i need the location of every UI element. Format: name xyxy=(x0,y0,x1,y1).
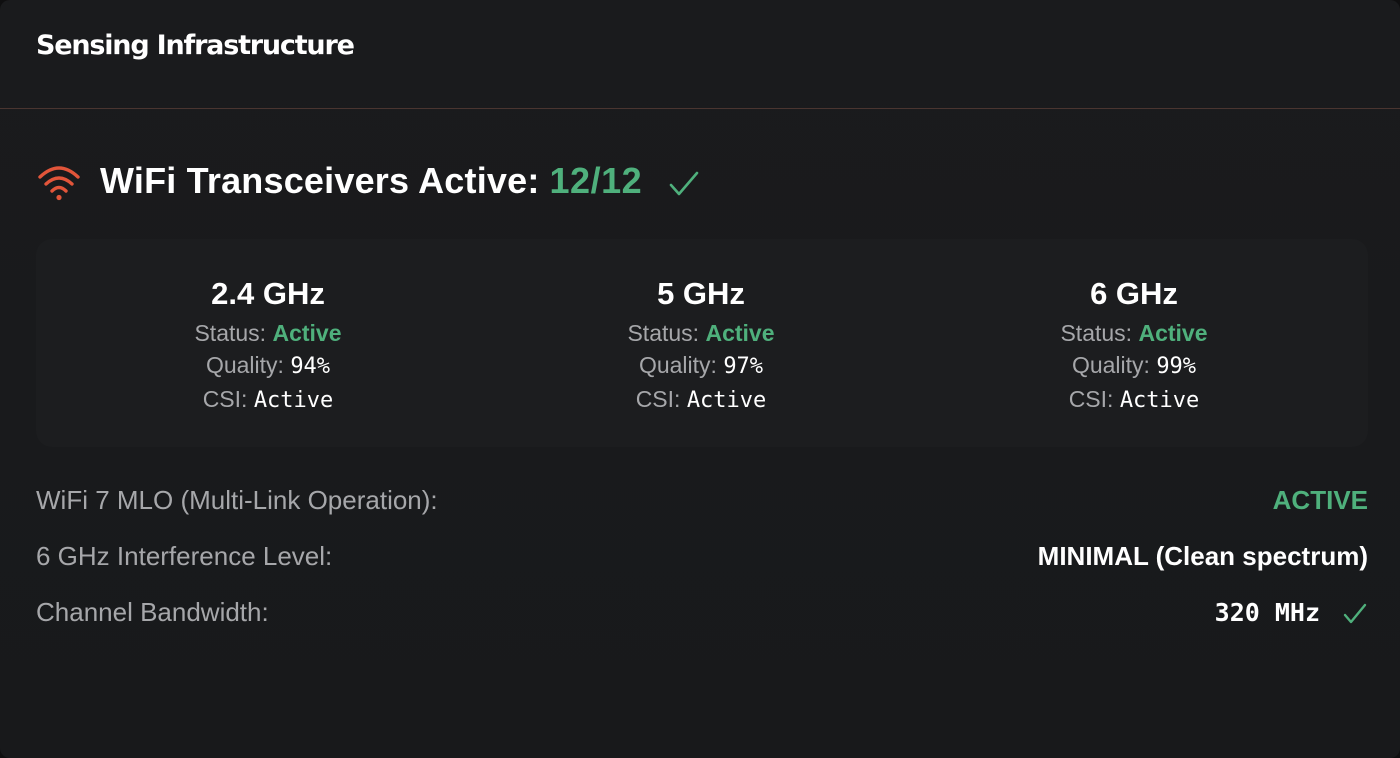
panel-title: Sensing Infrastructure xyxy=(36,30,355,61)
panel-header: Sensing Infrastructure xyxy=(0,0,1400,109)
band-csi-row: CSI: Active xyxy=(551,383,851,417)
band-csi-label: CSI: xyxy=(635,386,681,412)
interference-label: 6 GHz Interference Level: xyxy=(36,540,333,571)
frequency-bands-card: 2.4 GHz Status: Active Quality: 94% CSI:… xyxy=(36,239,1368,447)
band-status-label: Status: xyxy=(627,320,700,346)
band-name: 6 GHz xyxy=(1090,276,1178,311)
band-name: 2.4 GHz xyxy=(211,276,325,311)
sensing-infrastructure-panel: Sensing Infrastructure WiFi Transceivers… xyxy=(0,0,1400,758)
band-quality-row: Quality: 94% xyxy=(118,349,418,383)
band-name: 5 GHz xyxy=(657,276,745,311)
band-csi-row: CSI: Active xyxy=(984,383,1284,417)
bandwidth-value-group: 320 MHz xyxy=(1215,598,1368,627)
band-csi-value: Active xyxy=(686,388,767,413)
mlo-value: ACTIVE xyxy=(1272,484,1368,515)
wifi-icon xyxy=(36,161,82,201)
mlo-label: WiFi 7 MLO (Multi-Link Operation): xyxy=(36,484,438,515)
bandwidth-label: Channel Bandwidth: xyxy=(36,596,269,627)
band-2-4ghz: 2.4 GHz Status: Active Quality: 94% CSI:… xyxy=(118,273,418,417)
band-csi-label: CSI: xyxy=(202,386,248,412)
band-quality-label: Quality: xyxy=(1071,352,1150,378)
band-5ghz: 5 GHz Status: Active Quality: 97% CSI: A… xyxy=(551,273,851,417)
bandwidth-value: 320 MHz xyxy=(1214,597,1320,627)
band-status-row: Status: Active xyxy=(118,317,418,349)
band-status-value: Active xyxy=(705,320,775,346)
band-status-label: Status: xyxy=(194,320,267,346)
band-csi-row: CSI: Active xyxy=(118,383,418,417)
interference-value: MINIMAL (Clean spectrum) xyxy=(1037,540,1368,571)
mlo-row: WiFi 7 MLO (Multi-Link Operation): ACTIV… xyxy=(36,482,1368,518)
transceivers-label: WiFi Transceivers Active: xyxy=(100,160,540,201)
band-quality-label: Quality: xyxy=(205,352,284,378)
band-status-row: Status: Active xyxy=(551,317,851,349)
interference-row: 6 GHz Interference Level: MINIMAL (Clean… xyxy=(36,538,1368,574)
band-6ghz: 6 GHz Status: Active Quality: 99% CSI: A… xyxy=(984,273,1284,417)
transceivers-count: 12/12 xyxy=(549,160,643,201)
band-csi-value: Active xyxy=(253,388,334,413)
band-quality-value: 99% xyxy=(1156,354,1197,379)
bandwidth-row: Channel Bandwidth: 320 MHz xyxy=(36,594,1368,630)
check-icon xyxy=(668,170,700,198)
transceivers-status: WiFi Transceivers Active: 12/12 xyxy=(36,156,700,206)
band-quality-label: Quality: xyxy=(638,352,717,378)
band-status-value: Active xyxy=(272,320,342,346)
band-quality-row: Quality: 99% xyxy=(984,349,1284,383)
band-csi-value: Active xyxy=(1119,388,1200,413)
band-status-label: Status: xyxy=(1060,320,1133,346)
band-csi-label: CSI: xyxy=(1068,386,1114,412)
band-status-row: Status: Active xyxy=(984,317,1284,349)
band-quality-value: 97% xyxy=(723,354,764,379)
band-quality-row: Quality: 97% xyxy=(551,349,851,383)
check-icon xyxy=(1342,602,1368,626)
band-quality-value: 94% xyxy=(290,354,331,379)
band-status-value: Active xyxy=(1138,320,1208,346)
